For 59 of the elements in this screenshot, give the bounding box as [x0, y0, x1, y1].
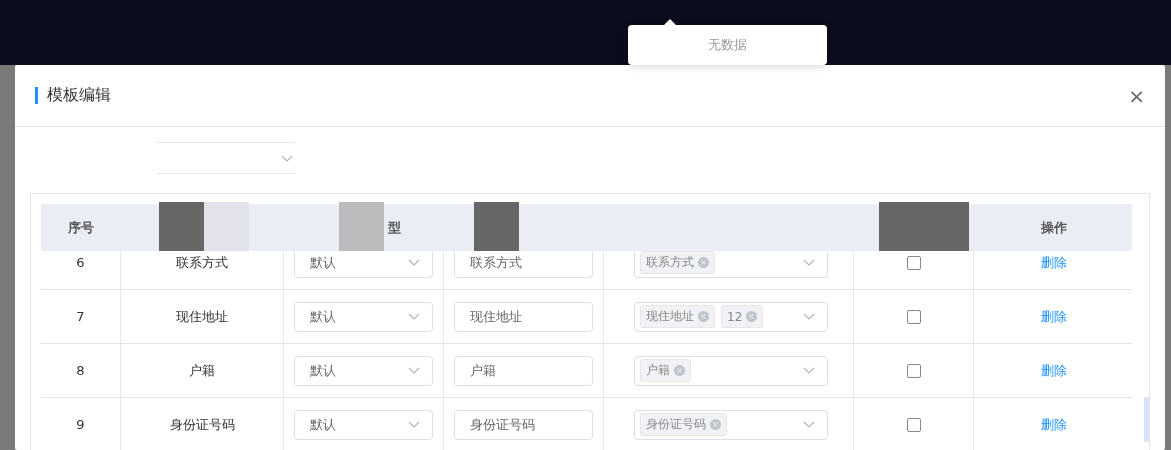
table-cell: 现住地址 [121, 290, 284, 343]
checkbox[interactable] [906, 255, 921, 270]
select-field[interactable] [157, 142, 295, 174]
title-accent [35, 87, 38, 104]
table-cell: 6 [41, 251, 121, 289]
redaction-block [159, 202, 204, 251]
table-cell: 户籍 [121, 344, 284, 397]
checkbox[interactable] [906, 309, 921, 324]
label-field[interactable]: 联系方式 [454, 251, 593, 278]
column-header: 型 [388, 218, 401, 237]
close-icon[interactable]: × [1128, 85, 1145, 106]
scrollbar-thumb[interactable] [1144, 397, 1149, 442]
clear-icon[interactable] [698, 311, 709, 322]
table-cell: 9 [41, 398, 121, 450]
chevron-down-icon [803, 313, 815, 320]
tag: 联系方式 [640, 251, 715, 274]
table-cell: 8 [41, 344, 121, 397]
tag-select[interactable]: 身份证号码 [634, 409, 828, 440]
table-cell: 7 [41, 290, 121, 343]
type-select[interactable]: 默认 [294, 251, 433, 278]
delete-link[interactable]: 删除 [1041, 415, 1067, 434]
chevron-down-icon [281, 154, 293, 162]
label-field[interactable]: 现住地址 [454, 301, 593, 332]
label-field[interactable]: 户籍 [454, 355, 593, 386]
type-select[interactable]: 默认 [294, 355, 433, 386]
delete-link[interactable]: 删除 [1041, 307, 1067, 326]
chevron-down-icon [408, 259, 420, 266]
dialog-title: 模板编辑 [47, 85, 111, 106]
type-select[interactable]: 默认 [294, 409, 433, 440]
clear-icon[interactable] [710, 419, 721, 430]
table-cell: 联系方式 [121, 251, 284, 289]
tag-select[interactable]: 联系方式 [634, 251, 828, 278]
type-select[interactable]: 默认 [294, 301, 433, 332]
column-header: 操作 [1040, 218, 1068, 237]
chevron-down-icon [803, 367, 815, 374]
tag-select[interactable]: 户籍 [634, 355, 828, 386]
clear-icon[interactable] [698, 257, 709, 268]
redaction-block [339, 202, 384, 251]
tag-select[interactable]: 现住地址 12 [634, 301, 828, 332]
chevron-down-icon [408, 313, 420, 320]
tag: 身份证号码 [640, 413, 727, 436]
clear-icon[interactable] [746, 311, 758, 322]
empty-text: 无数据 [708, 36, 747, 54]
column-header: 序号 [67, 218, 95, 237]
tag: 户籍 [640, 359, 691, 382]
tag: 现住地址 [640, 305, 715, 328]
delete-link[interactable]: 删除 [1041, 253, 1067, 272]
tag: 12 [721, 305, 764, 328]
chevron-down-icon [408, 421, 420, 428]
chevron-down-icon [803, 421, 815, 428]
checkbox[interactable] [906, 417, 921, 432]
label-field[interactable]: 身份证号码 [454, 409, 593, 440]
redaction-block [474, 202, 519, 251]
checkbox[interactable] [906, 363, 921, 378]
chevron-down-icon [408, 367, 420, 374]
chevron-down-icon [803, 259, 815, 266]
table-cell: 身份证号码 [121, 398, 284, 450]
delete-link[interactable]: 删除 [1041, 361, 1067, 380]
clear-icon[interactable] [674, 365, 685, 376]
